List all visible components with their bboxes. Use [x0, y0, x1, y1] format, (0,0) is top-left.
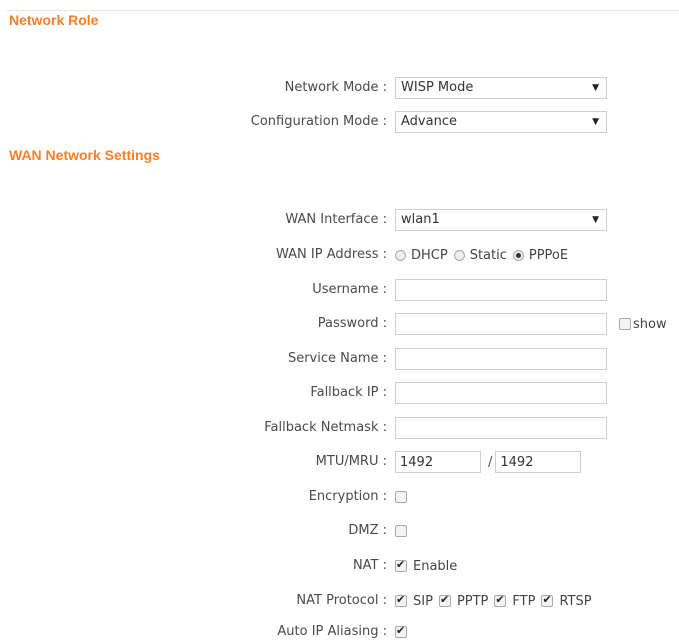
wan-interface-value: wlan1 [401, 212, 440, 227]
mtu-input[interactable] [395, 451, 481, 473]
network-mode-value: WISP Mode [401, 80, 474, 95]
nat-protocol-label: NAT Protocol : [296, 593, 387, 608]
fallback-ip-label: Fallback IP : [310, 385, 387, 400]
show-password-label: show [633, 316, 667, 332]
nat-rtsp-checkbox[interactable] [541, 593, 554, 607]
username-label: Username : [312, 282, 387, 297]
nat-pptp-checkbox[interactable] [438, 593, 451, 607]
wan-interface-row: WAN Interface : wlan1 ▼ [0, 209, 679, 231]
chevron-down-icon: ▼ [592, 215, 599, 225]
fallback-ip-row: Fallback IP : [0, 382, 679, 404]
nat-enable-label: Enable [413, 558, 458, 574]
fallback-netmask-input[interactable] [395, 417, 607, 439]
chevron-down-icon: ▼ [592, 83, 599, 93]
fallback-ip-input[interactable] [395, 382, 607, 404]
nat-ftp-label: FTP [512, 593, 536, 609]
nat-sip-label: SIP [413, 593, 433, 609]
nat-rtsp-label: RTSP [559, 593, 592, 609]
section-title-wan-network-settings: WAN Network Settings [9, 147, 160, 163]
nat-protocol-row: NAT Protocol : SIP PPTP FTP RTSP [0, 590, 679, 612]
radio-static[interactable] [453, 249, 465, 261]
network-mode-select[interactable]: WISP Mode ▼ [395, 77, 607, 99]
fallback-netmask-row: Fallback Netmask : [0, 417, 679, 439]
radio-pppoe-label: PPPoE [528, 247, 569, 263]
configuration-mode-select[interactable]: Advance ▼ [395, 111, 607, 133]
radio-dhcp[interactable] [395, 249, 406, 261]
mru-input[interactable] [495, 451, 582, 473]
service-name-label: Service Name : [287, 351, 387, 366]
password-input[interactable] [395, 313, 607, 335]
dmz-checkbox[interactable] [395, 525, 407, 537]
dmz-label: DMZ : [348, 523, 387, 538]
section-title-network-role: Network Role [9, 12, 99, 28]
encryption-label: Encryption : [308, 489, 387, 504]
nat-label: NAT : [352, 558, 387, 573]
configuration-mode-value: Advance [401, 114, 457, 129]
encryption-checkbox[interactable] [395, 491, 407, 503]
wan-interface-label: WAN Interface : [285, 212, 387, 227]
password-label: Password : [317, 316, 387, 331]
fallback-netmask-label: Fallback Netmask : [264, 420, 387, 435]
show-password-checkbox[interactable] [619, 318, 631, 330]
auto-ip-aliasing-checkbox[interactable] [395, 624, 407, 638]
nat-row: NAT : Enable [0, 555, 679, 577]
wan-interface-select[interactable]: wlan1 ▼ [395, 209, 607, 231]
radio-dhcp-label: DHCP [411, 247, 448, 263]
wan-ip-address-label: WAN IP Address : [276, 247, 387, 262]
service-name-row: Service Name : [0, 348, 679, 370]
auto-ip-aliasing-label: Auto IP Aliasing : [277, 624, 387, 639]
auto-ip-aliasing-row: Auto IP Aliasing : [0, 621, 679, 643]
configuration-mode-label: Configuration Mode : [250, 114, 387, 129]
mtu-mru-row: MTU/MRU : / [0, 451, 679, 473]
encryption-row: Encryption : [0, 486, 679, 508]
network-mode-label: Network Mode : [284, 80, 387, 95]
nat-enable-checkbox[interactable] [395, 558, 407, 572]
dmz-row: DMZ : [0, 520, 679, 542]
chevron-down-icon: ▼ [592, 117, 599, 127]
radio-pppoe[interactable] [512, 249, 524, 261]
username-row: Username : [0, 279, 679, 301]
nat-pptp-label: PPTP [456, 593, 489, 609]
network-mode-row: Network Mode : WISP Mode ▼ [0, 77, 679, 99]
nat-sip-checkbox[interactable] [395, 593, 407, 607]
username-input[interactable] [395, 279, 607, 301]
radio-static-label: Static [469, 247, 507, 263]
password-row: Password : show [0, 313, 679, 335]
service-name-input[interactable] [395, 348, 607, 370]
configuration-mode-row: Configuration Mode : Advance ▼ [0, 111, 679, 133]
mtu-mru-label: MTU/MRU : [315, 454, 387, 469]
mtu-mru-separator: / [488, 454, 493, 470]
top-divider [6, 10, 679, 11]
nat-ftp-checkbox[interactable] [494, 593, 507, 607]
wan-ip-address-row: WAN IP Address : DHCP Static PPPoE [0, 244, 679, 266]
